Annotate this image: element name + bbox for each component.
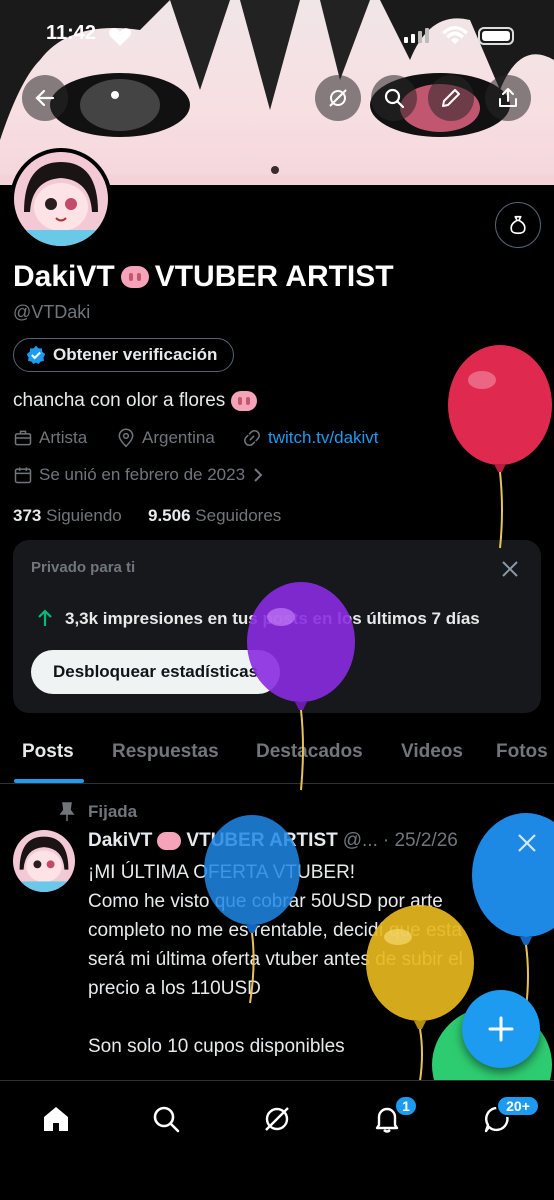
calendar-icon [14, 467, 32, 484]
tab-photos[interactable]: Fotos [496, 741, 548, 763]
nav-search[interactable] [146, 1099, 186, 1139]
blue-balloon-icon [204, 815, 300, 1004]
profile-bio: chancha con olor a flores [13, 390, 258, 412]
post-date: · 25/2/26 [382, 830, 458, 851]
post-author[interactable]: DakiVT [88, 830, 152, 852]
following-stat[interactable]: 373 Siguiendo [13, 506, 122, 526]
status-time: 11:42 [46, 22, 97, 44]
profile-link[interactable]: twitch.tv/dakivt [242, 428, 379, 448]
bio-text: chancha con olor a flores [13, 390, 226, 411]
wifi-icon [442, 26, 468, 44]
profile-name-text: DakiVT [13, 260, 115, 293]
get-verified-button[interactable]: Obtener verificación [13, 338, 235, 372]
search-icon [384, 88, 405, 109]
back-button[interactable] [22, 75, 68, 121]
avatar-artwork [14, 152, 108, 246]
link-text[interactable]: twitch.tv/dakivt [268, 428, 379, 448]
pig-emoji-icon [231, 391, 258, 411]
arrow-up-icon [38, 609, 52, 626]
blue-balloon-icon [472, 813, 554, 1009]
profile-category: Artista [13, 428, 87, 448]
search-button[interactable] [371, 75, 417, 121]
grok-button[interactable] [315, 75, 361, 121]
arrow-left-icon [35, 89, 55, 107]
pencil-icon [442, 89, 460, 107]
tab-replies[interactable]: Respuestas [112, 741, 219, 763]
grok-icon [329, 89, 347, 107]
verified-badge-icon [26, 345, 46, 365]
signal-icon [404, 28, 429, 43]
post-avatar[interactable] [13, 830, 75, 892]
post-handle: @... [342, 830, 378, 851]
category-text: Artista [39, 428, 88, 447]
profile-location: Argentina [116, 428, 215, 448]
money-bag-icon [510, 215, 526, 235]
location-pin-icon [118, 428, 134, 448]
joined-text: Se unió en febrero de 2023 [39, 465, 246, 484]
profile-handle: @VTDaki [13, 302, 91, 322]
bottom-navigation: 1 20+ [0, 1080, 554, 1200]
tab-active-indicator [14, 779, 84, 783]
profile-name-suffix: VTUBER ARTIST [154, 260, 394, 293]
avatar-artwork [13, 830, 75, 892]
nav-grok[interactable] [257, 1099, 297, 1139]
home-icon [44, 1107, 68, 1131]
purple-balloon-icon [247, 582, 355, 791]
followers-stat[interactable]: 9.506 Seguidores [148, 506, 281, 526]
chevron-right-icon [254, 468, 263, 482]
unlock-stats-label: Desbloquear estadísticas [53, 662, 259, 681]
following-label: Siguiendo [46, 506, 122, 525]
messages-badge: 20+ [496, 1095, 540, 1117]
tab-videos[interactable]: Videos [401, 741, 463, 763]
pig-emoji-icon [120, 266, 149, 288]
location-text: Argentina [142, 428, 215, 447]
following-count: 373 [13, 506, 42, 525]
compose-button[interactable] [462, 990, 540, 1068]
avatar[interactable] [10, 148, 112, 250]
briefcase-icon [14, 430, 32, 446]
followers-count: 9.506 [148, 506, 191, 525]
share-icon [499, 88, 517, 107]
search-icon [153, 1106, 180, 1133]
share-button[interactable] [485, 75, 531, 121]
grok-icon [265, 1107, 289, 1131]
close-icon[interactable] [499, 558, 521, 580]
profile-joined[interactable]: Se unió en febrero de 2023 [13, 465, 265, 485]
tips-button[interactable] [495, 202, 541, 248]
pinned-label: Fijada [88, 802, 138, 821]
link-icon [244, 430, 260, 446]
tab-posts[interactable]: Posts [22, 741, 74, 763]
insights-heading: Privado para ti [31, 559, 136, 576]
pig-emoji-icon [157, 832, 182, 850]
notifications-badge: 1 [394, 1095, 418, 1117]
red-balloon-icon [448, 345, 552, 549]
get-verified-label: Obtener verificación [53, 345, 218, 364]
close-icon[interactable] [514, 830, 540, 856]
followers-label: Seguidores [195, 506, 282, 525]
plus-icon [488, 1016, 514, 1042]
heart-icon [108, 28, 132, 46]
battery-icon [478, 27, 514, 45]
nav-home[interactable] [36, 1099, 76, 1139]
profile-name: DakiVT VTUBER ARTIST [13, 260, 394, 294]
edit-button[interactable] [428, 75, 474, 121]
pin-icon [59, 802, 75, 821]
